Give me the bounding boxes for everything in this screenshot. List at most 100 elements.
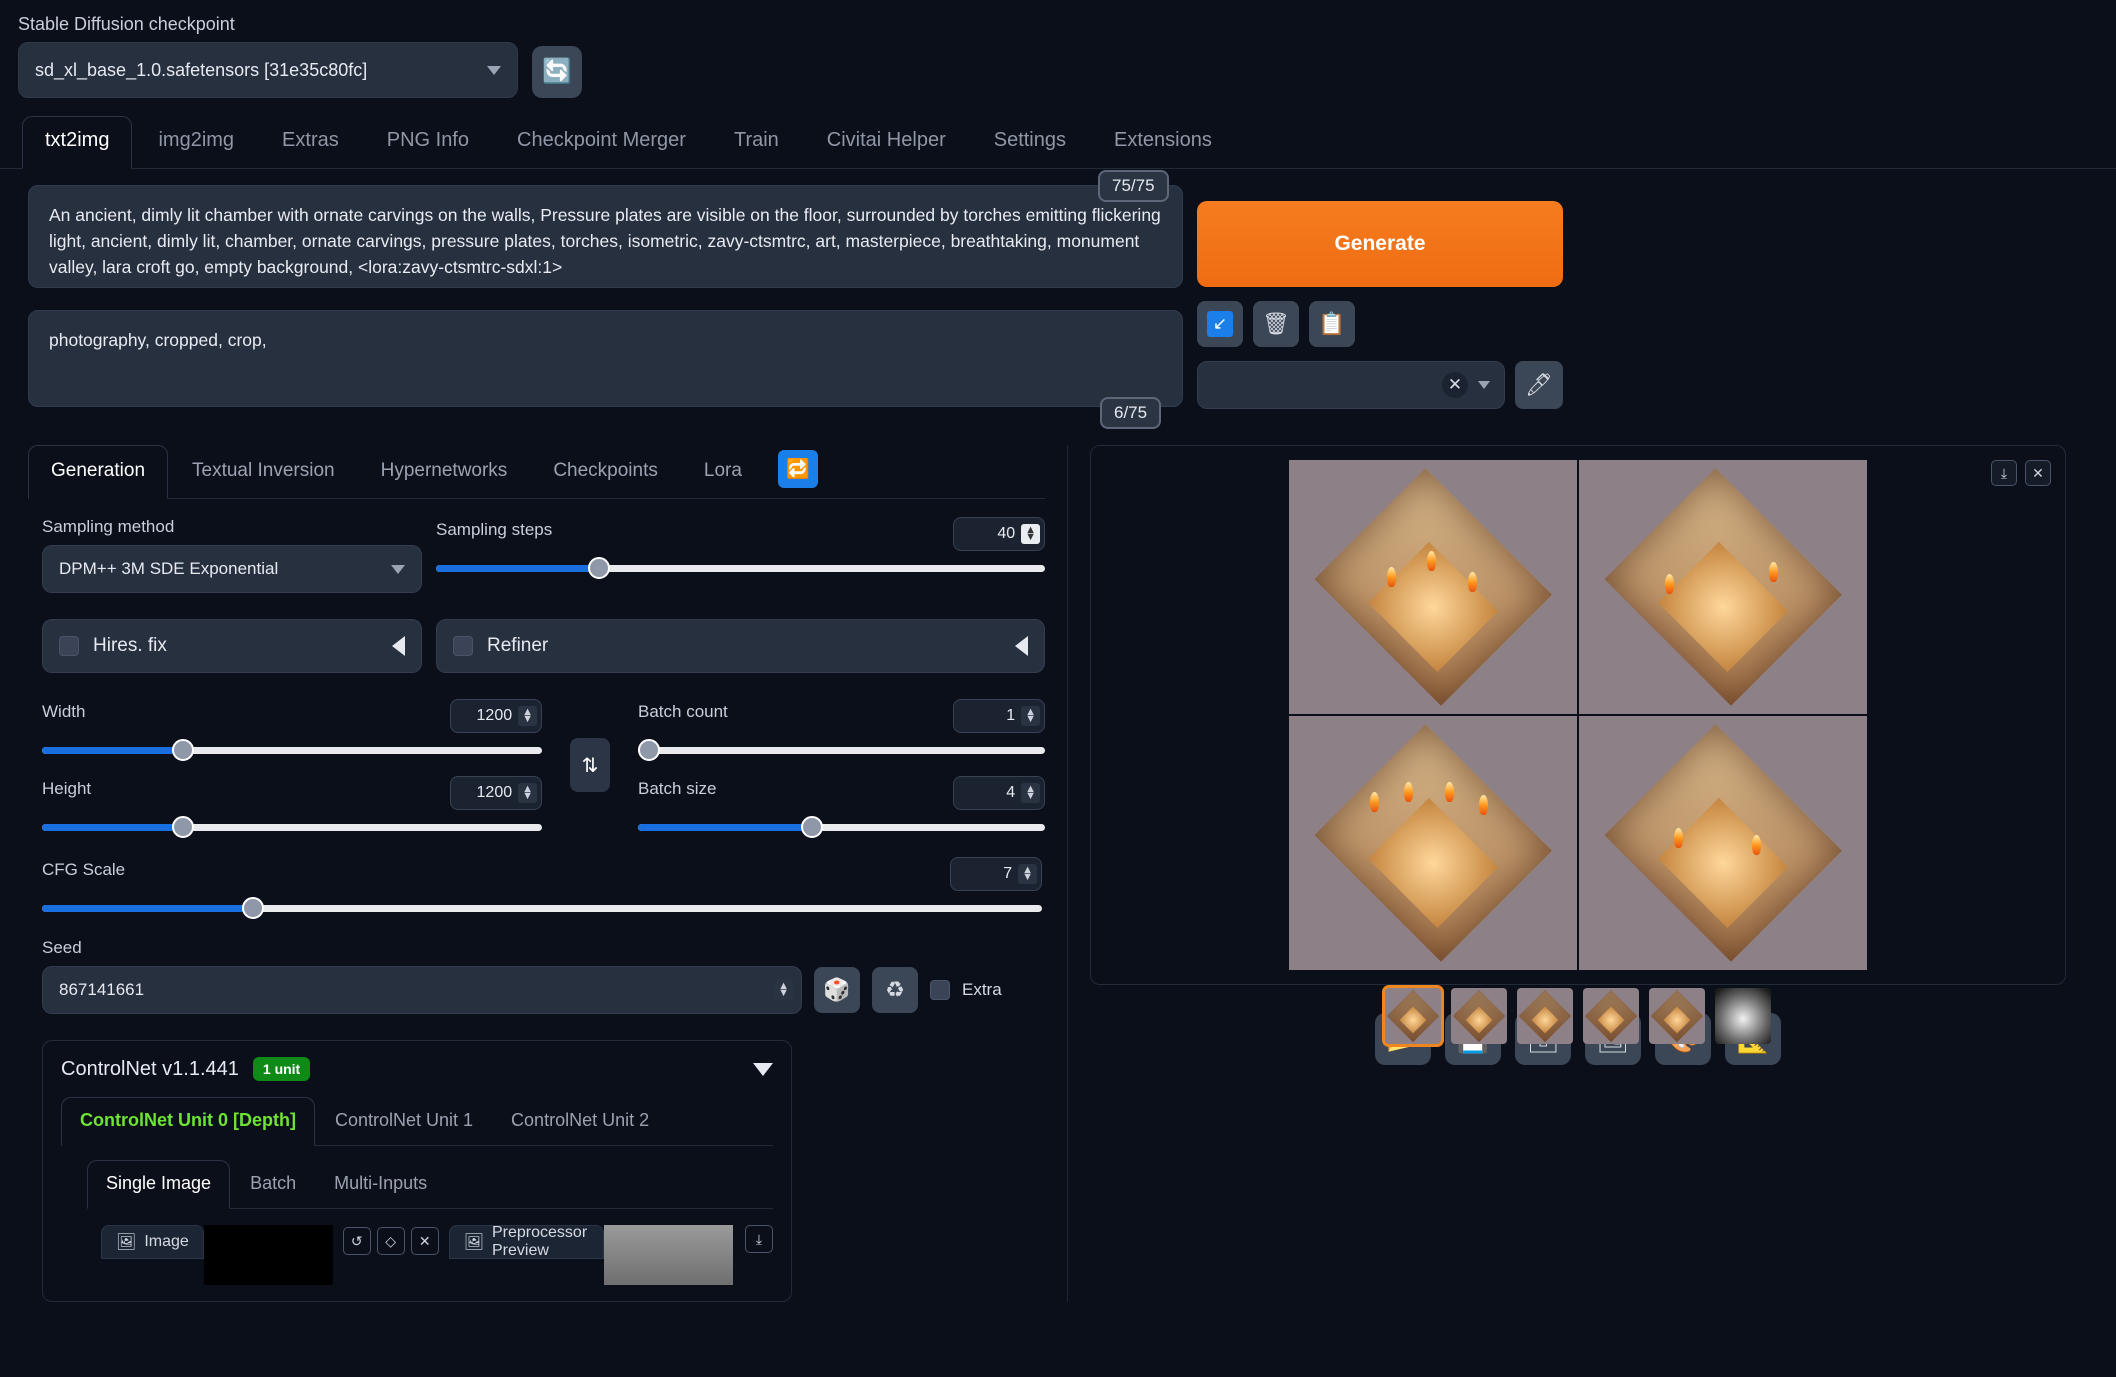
slider-knob[interactable]: [800, 816, 823, 838]
preprocessor-preview-image[interactable]: [604, 1225, 733, 1285]
thumbnail-room-2[interactable]: [1517, 988, 1573, 1044]
controlnet-image-chip[interactable]: 🖼 Image: [101, 1225, 204, 1259]
single-image-tab[interactable]: Single Image: [87, 1160, 231, 1209]
random-seed-button[interactable]: 🎲: [814, 967, 860, 1013]
subtab-textual-inversion[interactable]: Textual Inversion: [170, 446, 357, 498]
refresh-checkpoint-button[interactable]: 🔄: [532, 46, 582, 98]
expand-arrow-icon[interactable]: [1015, 636, 1028, 656]
styles-select[interactable]: ✕: [1197, 361, 1505, 409]
checkpoint-select[interactable]: sd_xl_base_1.0.safetensors [31e35c80fc]: [18, 42, 518, 98]
controlnet-unit-0-tab[interactable]: ControlNet Unit 0 [Depth]: [61, 1097, 315, 1146]
slider-knob[interactable]: [172, 816, 194, 838]
negative-prompt-input[interactable]: photography, cropped, crop,: [28, 310, 1183, 407]
restore-progress-button[interactable]: ↙: [1197, 301, 1243, 347]
hires-fix-accordion[interactable]: Hires. fix: [42, 619, 422, 673]
thumbnail-room-4[interactable]: [1649, 988, 1705, 1044]
edit-styles-button[interactable]: 🖊: [1515, 361, 1563, 409]
result-grid[interactable]: [1289, 460, 1867, 970]
controlnet-header[interactable]: ControlNet v1.1.441 1 unit: [61, 1057, 773, 1081]
clear-styles-icon[interactable]: ✕: [1442, 372, 1468, 398]
width-value: 1200: [476, 707, 513, 724]
multi-inputs-tab[interactable]: Multi-Inputs: [316, 1161, 445, 1208]
close-icon[interactable]: ✕: [410, 1227, 439, 1255]
eraser-icon[interactable]: ◇: [376, 1227, 405, 1255]
slider-knob[interactable]: [588, 557, 611, 579]
batch-size-slider[interactable]: [638, 816, 1045, 838]
stepper-icon[interactable]: ▲ ▼: [518, 783, 537, 803]
controlnet-unit-2-tab[interactable]: ControlNet Unit 2: [493, 1098, 667, 1145]
extra-seed-checkbox[interactable]: [930, 980, 950, 1000]
chevron-down-icon[interactable]: [753, 1062, 773, 1076]
download-icon[interactable]: ⤓: [744, 1225, 773, 1253]
refiner-accordion[interactable]: Refiner: [436, 619, 1045, 673]
undo-icon[interactable]: ↺: [342, 1227, 371, 1255]
result-image-3[interactable]: [1289, 716, 1577, 970]
cfg-input[interactable]: 7 ▲ ▼: [950, 857, 1042, 891]
slider-knob[interactable]: [242, 897, 264, 919]
positive-prompt-input[interactable]: An ancient, dimly lit chamber with ornat…: [28, 185, 1183, 288]
preprocessor-preview-chip[interactable]: 🖼 Preprocessor Preview: [448, 1224, 605, 1259]
result-image-1[interactable]: [1289, 460, 1577, 714]
download-image-icon[interactable]: ⤓: [1991, 460, 2017, 486]
thumbnail-grid[interactable]: [1382, 985, 1444, 1047]
stepper-icon[interactable]: ▲ ▼: [1021, 524, 1040, 544]
width-input[interactable]: 1200 ▲ ▼: [450, 699, 542, 733]
tab-checkpoint-merger[interactable]: Checkpoint Merger: [495, 117, 708, 168]
thumbnail-room-1[interactable]: [1451, 988, 1507, 1044]
stepper-icon[interactable]: ▲ ▼: [1021, 706, 1040, 726]
tab-settings[interactable]: Settings: [972, 117, 1088, 168]
sampling-method-select[interactable]: DPM++ 3M SDE Exponential: [42, 545, 422, 593]
subtab-generation[interactable]: Generation: [28, 445, 169, 499]
chevron-down-icon: [1478, 381, 1490, 389]
batch-size-input[interactable]: 4 ▲ ▼: [953, 776, 1045, 810]
batch-count-slider[interactable]: [638, 739, 1045, 761]
swap-dimensions-button[interactable]: ⇅: [570, 738, 610, 792]
tab-txt2img[interactable]: txt2img: [22, 116, 133, 169]
tab-img2img[interactable]: img2img: [136, 117, 256, 168]
tab-extensions[interactable]: Extensions: [1092, 117, 1234, 168]
clear-prompt-button[interactable]: 🗑: [1253, 301, 1299, 347]
controlnet-input-tabs: Single Image Batch Multi-Inputs: [87, 1160, 773, 1209]
hires-fix-checkbox[interactable]: [59, 636, 79, 656]
result-image-4[interactable]: [1579, 716, 1867, 970]
image-gallery: ⤓ ✕: [1090, 445, 2066, 1047]
tab-extras[interactable]: Extras: [260, 117, 361, 168]
sampler-row: Sampling method DPM++ 3M SDE Exponential…: [42, 517, 1045, 593]
slider-knob[interactable]: [172, 739, 194, 761]
apply-style-button[interactable]: 📋: [1309, 301, 1355, 347]
stepper-icon[interactable]: ▲ ▼: [518, 706, 537, 726]
batch-tab[interactable]: Batch: [232, 1161, 314, 1208]
seed-input[interactable]: 867141661 ▲ ▼: [42, 966, 802, 1014]
tab-png-info[interactable]: PNG Info: [365, 117, 491, 168]
subtab-hypernetworks[interactable]: Hypernetworks: [359, 446, 530, 498]
recycle-icon: ♻: [885, 977, 905, 1002]
subtab-lora[interactable]: Lora: [682, 446, 764, 498]
height-input[interactable]: 1200 ▲ ▼: [450, 776, 542, 810]
tab-train[interactable]: Train: [712, 117, 801, 168]
result-image-2[interactable]: [1579, 460, 1867, 714]
thumbnail-room-3[interactable]: [1583, 988, 1639, 1044]
restore-progress-icon: ↙: [1207, 311, 1233, 337]
preview-download-wrap: ⤓: [744, 1225, 773, 1285]
stepper-icon[interactable]: ▲ ▼: [1018, 864, 1037, 884]
controlnet-unit-1-tab[interactable]: ControlNet Unit 1: [317, 1098, 491, 1145]
subtab-checkpoints[interactable]: Checkpoints: [531, 446, 680, 498]
height-slider[interactable]: [42, 816, 542, 838]
refresh-networks-button[interactable]: 🔁: [777, 450, 818, 488]
cfg-slider[interactable]: [42, 897, 1042, 919]
stepper-icon[interactable]: ▲ ▼: [774, 980, 793, 1000]
thumbnail-depth-map[interactable]: [1715, 988, 1771, 1044]
reuse-seed-button[interactable]: ♻: [872, 967, 918, 1013]
width-slider[interactable]: [42, 739, 542, 761]
expand-arrow-icon[interactable]: [392, 636, 405, 656]
sampling-steps-slider[interactable]: [436, 557, 1045, 579]
refiner-checkbox[interactable]: [453, 636, 473, 656]
controlnet-source-image[interactable]: [203, 1225, 333, 1285]
slider-knob[interactable]: [638, 739, 660, 761]
close-gallery-icon[interactable]: ✕: [2025, 460, 2051, 486]
stepper-icon[interactable]: ▲ ▼: [1021, 783, 1040, 803]
batch-count-input[interactable]: 1 ▲ ▼: [953, 699, 1045, 733]
tab-civitai-helper[interactable]: Civitai Helper: [805, 117, 968, 168]
generate-button[interactable]: Generate: [1197, 201, 1563, 287]
sampling-steps-input[interactable]: 40 ▲ ▼: [953, 517, 1045, 551]
